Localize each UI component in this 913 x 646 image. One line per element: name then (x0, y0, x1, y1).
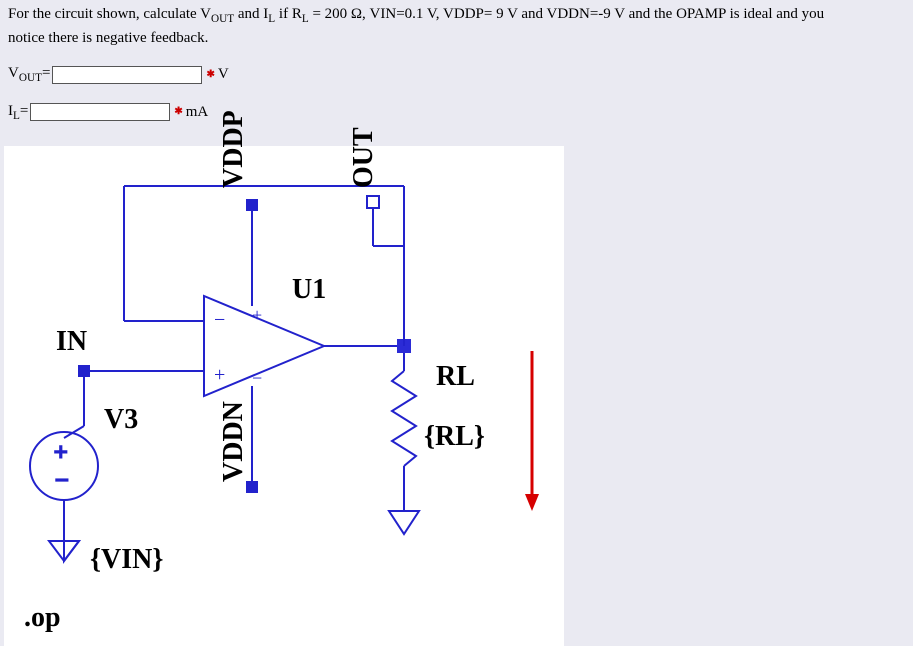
ground-icon (389, 511, 419, 534)
il-unit: mA (186, 102, 209, 123)
vout-label: VOUT= (8, 63, 50, 87)
svg-text:−: − (55, 468, 69, 494)
il-row: IL= ✱ mA (8, 101, 905, 125)
label-out: OUT (348, 128, 380, 189)
required-star-icon: ✱ (174, 105, 182, 119)
vout-unit-wrap: ✱ V (206, 64, 228, 85)
voltage-source-v3: + − (30, 426, 98, 541)
q-sub-out: OUT (211, 13, 234, 25)
svg-text:+: + (252, 305, 262, 325)
label-vddp: VDDP (218, 110, 250, 188)
vout-unit: V (218, 64, 229, 85)
ground-icon (49, 536, 79, 561)
label-vin-param: {VIN} (90, 544, 163, 576)
current-arrow-il (525, 351, 539, 511)
svg-text:−: − (252, 368, 262, 388)
il-unit-wrap: ✱ mA (174, 102, 208, 123)
circuit-diagram: − + + − + − (4, 146, 564, 646)
wire-in (79, 366, 204, 426)
label-vddn: VDDN (218, 401, 250, 482)
required-star-icon: ✱ (206, 68, 214, 82)
circuit-svg: − + + − + − (4, 146, 564, 646)
il-label: IL= (8, 101, 28, 125)
q-p1b: and I (234, 6, 268, 22)
vout-row: VOUT= ✱ V (8, 63, 905, 87)
opamp-symbol: − + + − (204, 296, 324, 396)
label-v3: V3 (104, 404, 138, 436)
vout-input[interactable] (52, 66, 202, 84)
q-p1d: = 200 Ω, VIN=0.1 V, VDDP= 9 V and VDDN=-… (309, 6, 824, 22)
label-in: IN (56, 326, 87, 358)
svg-text:+: + (54, 440, 68, 466)
out-node (367, 196, 411, 353)
resistor-rl (392, 353, 416, 511)
label-u1: U1 (292, 274, 326, 306)
svg-text:−: − (214, 309, 225, 331)
svg-text:+: + (214, 364, 225, 386)
q-p1c: if R (275, 6, 302, 22)
q-sub-l2: L (302, 13, 309, 25)
label-op-cmd: .op (24, 602, 61, 634)
il-input[interactable] (30, 103, 170, 121)
question-text: For the circuit shown, calculate VOUT an… (0, 0, 913, 128)
q-p2: notice there is negative feedback. (8, 30, 208, 46)
q-p1: For the circuit shown, calculate V (8, 6, 211, 22)
label-rl-param: {RL} (424, 421, 485, 453)
label-rl: RL (436, 361, 475, 393)
